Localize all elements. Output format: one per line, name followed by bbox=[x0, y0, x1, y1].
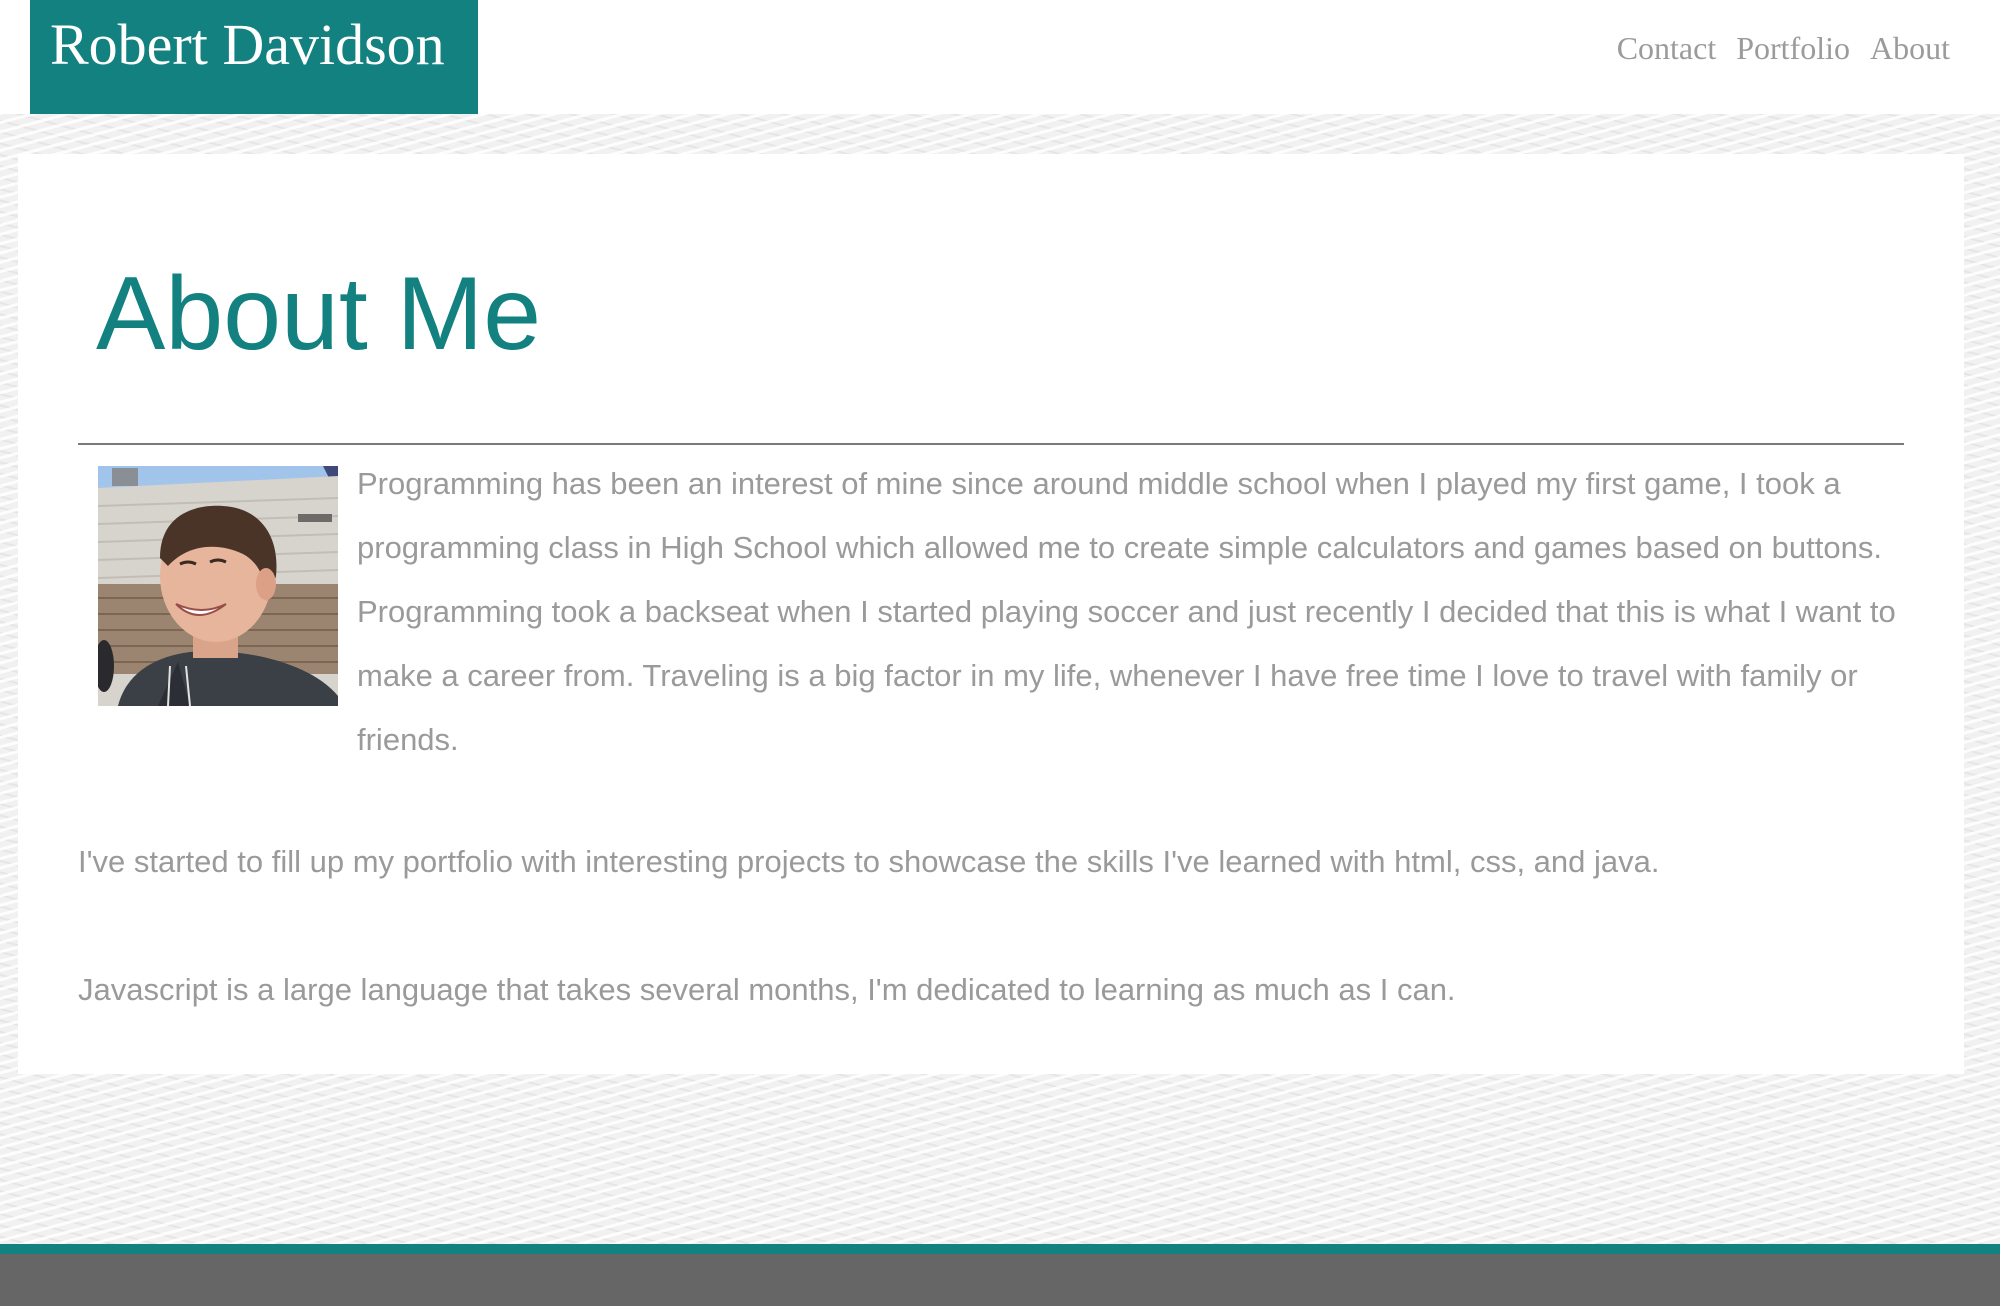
site-header: Robert Davidson Contact Portfolio About bbox=[0, 0, 2000, 114]
title-divider bbox=[78, 443, 1904, 445]
page-title: About Me bbox=[96, 256, 542, 372]
nav-link-about[interactable]: About bbox=[1870, 30, 1950, 67]
javascript-paragraph: Javascript is a large language that take… bbox=[78, 972, 1456, 1007]
about-card: About Me Programming has been an interes… bbox=[18, 154, 1964, 1074]
profile-photo-image bbox=[98, 466, 338, 706]
profile-photo bbox=[98, 466, 338, 706]
intro-paragraph: Programming has been an interest of mine… bbox=[357, 466, 1896, 757]
site-footer bbox=[0, 1244, 2000, 1306]
main-nav: Contact Portfolio About bbox=[1617, 30, 1950, 67]
nav-link-portfolio[interactable]: Portfolio bbox=[1736, 30, 1850, 67]
nav-link-contact[interactable]: Contact bbox=[1617, 30, 1717, 67]
portfolio-paragraph: I've started to fill up my portfolio wit… bbox=[78, 844, 1660, 879]
site-brand[interactable]: Robert Davidson bbox=[30, 0, 478, 114]
